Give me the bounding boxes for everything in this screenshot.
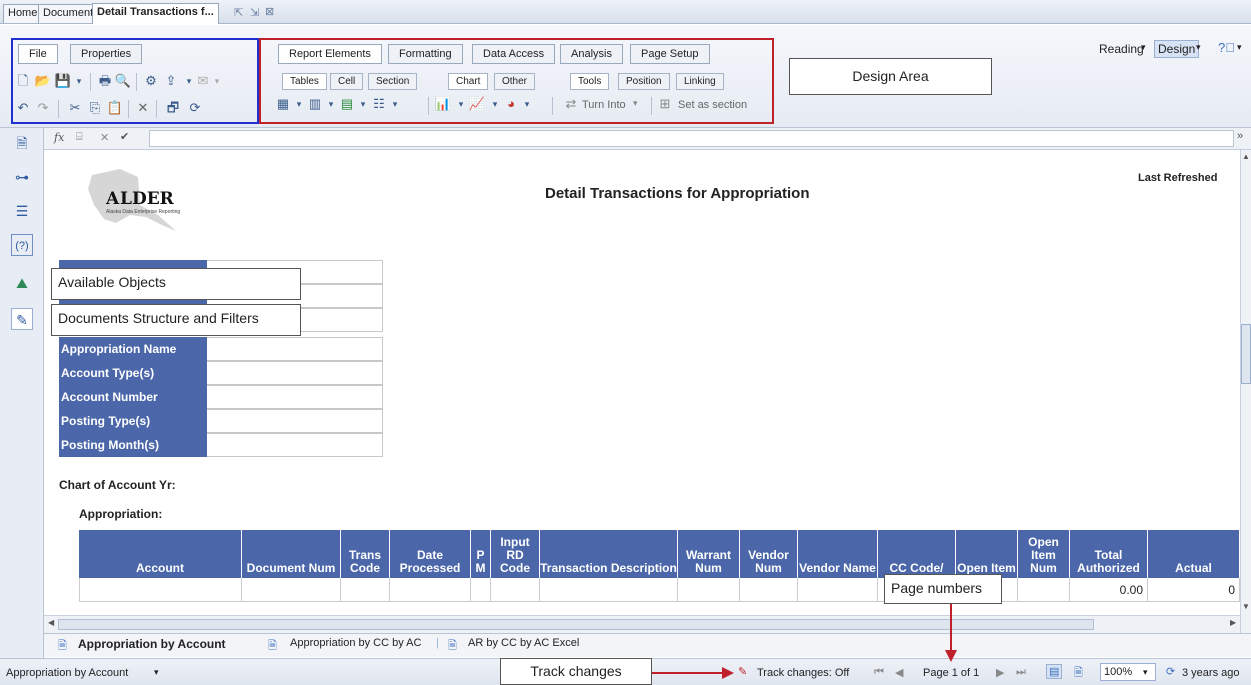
chart-of-account-label: Chart of Account Yr: [59, 478, 176, 492]
col-open-item-num: Open Item Num [1018, 530, 1070, 578]
horizontal-scrollbar[interactable]: ◀ ▶ [44, 615, 1240, 633]
reading-dropdown-icon[interactable]: ▾ [1141, 42, 1146, 53]
page-numbers-callout: Page numbers [884, 574, 1002, 604]
appropriation-label: Appropriation: [79, 507, 163, 521]
filter-posting-types: Posting Type(s) [59, 409, 207, 433]
col-date-processed: Date Processed [390, 530, 471, 578]
report-tab-appropriation-by-account[interactable]: Appropriation by Account [78, 637, 226, 651]
first-page-icon[interactable]: ⏮ [874, 666, 884, 679]
report-title: Detail Transactions for Appropriation [545, 185, 810, 202]
file-area-annotation [11, 38, 259, 124]
track-changes-callout: Track changes [500, 658, 652, 685]
available-objects-callout: Available Objects [51, 268, 301, 300]
col-actual: Actual [1148, 530, 1240, 578]
scroll-up-icon[interactable]: ▲ [1242, 152, 1250, 161]
scroll-right-icon[interactable]: ▶ [1230, 618, 1236, 627]
previous-page-icon[interactable]: ◀ [895, 666, 903, 679]
vertical-scrollbar[interactable]: ▲ ▼ [1240, 150, 1251, 633]
current-report-select[interactable]: Appropriation by Account [6, 667, 128, 679]
col-account: Account [79, 530, 242, 578]
design-area-annotation [259, 38, 774, 124]
help-dropdown-icon[interactable]: ▾ [1237, 42, 1242, 53]
filter-account-number: Account Number [59, 385, 207, 409]
filter-posting-months: Posting Month(s) [59, 433, 207, 457]
table-row [79, 578, 242, 602]
document-structure-callout: Documents Structure and Filters [51, 304, 301, 336]
refresh-status-icon: ⟳ [1166, 666, 1176, 678]
side-panel-rail: 🗎 ⊶ ☰ (?) ⛰ ✎ [0, 128, 44, 658]
zoom-dropdown-icon[interactable]: ▾ [1143, 667, 1148, 678]
formula-editor-icon[interactable]: ⌸ [76, 131, 83, 144]
cancel-formula-icon[interactable]: ✕ [100, 131, 109, 144]
document-tab-bar: Home Documents Detail Transactions f... … [0, 0, 1251, 24]
track-changes-icon[interactable]: ✎ [738, 665, 747, 678]
col-warrant-num: Warrant Num [678, 530, 740, 578]
last-refreshed-label: Last Refreshed [1138, 172, 1218, 184]
available-objects-icon[interactable]: ⛰ [11, 272, 33, 294]
h-scroll-thumb[interactable] [58, 619, 1094, 630]
help-icon[interactable]: ?⃝ [1218, 40, 1235, 55]
design-dropdown-icon[interactable]: ▾ [1196, 42, 1201, 53]
report-select-dropdown-icon[interactable]: ▾ [154, 667, 159, 678]
document-summary-icon[interactable]: 🗎 [11, 132, 33, 154]
maximize-icon[interactable]: ⇲ [250, 6, 259, 19]
input-controls-icon[interactable]: ☰ [11, 200, 33, 222]
col-cc-code: CC Code/ [878, 530, 956, 578]
design-mode[interactable]: Design [1154, 40, 1200, 58]
col-open-item: Open Item [956, 530, 1018, 578]
refreshed-time: 3 years ago [1182, 667, 1240, 679]
design-area-callout: Design Area [789, 58, 992, 95]
scroll-thumb[interactable] [1241, 324, 1251, 384]
scroll-down-icon[interactable]: ▼ [1242, 602, 1250, 611]
filter-account-types: Account Type(s) [59, 361, 207, 385]
formula-bar: fx ⌸ ✕ ✔ » [44, 128, 1251, 150]
validate-formula-icon[interactable]: ✔ [120, 130, 129, 143]
report-tab-ar-by-cc[interactable]: AR by CC by AC Excel [468, 637, 579, 649]
alder-logo: A LDER Alaska Data Enterprise Reporting [80, 165, 190, 240]
last-page-icon[interactable]: ⏭ [1016, 666, 1026, 679]
next-page-icon[interactable]: ▶ [996, 666, 1004, 679]
report-tab-appropriation-by-cc[interactable]: Appropriation by CC by AC [290, 637, 421, 649]
col-input-rd-code: Input RD Code [491, 530, 540, 578]
tab-home[interactable]: Home [3, 4, 43, 23]
function-icon[interactable]: fx [54, 131, 64, 144]
total-authorized-value: 0.00 [1070, 578, 1148, 602]
close-icon[interactable]: ⊠ [265, 5, 274, 18]
report-tab-icon: 🗎 [58, 640, 67, 652]
col-transaction-description: Transaction Description [540, 530, 678, 578]
pin-icon[interactable]: ⇱ [234, 6, 243, 19]
quick-display-icon[interactable]: ▤ [1046, 664, 1063, 679]
col-vendor-name: Vendor Name [798, 530, 878, 578]
track-changes-status[interactable]: Track changes: Off [757, 667, 849, 679]
document-structure-icon[interactable]: ✎ [11, 308, 33, 330]
report-tabs: 🗎 Appropriation by Account 🗎 Appropriati… [44, 633, 1251, 657]
formula-input[interactable] [149, 130, 1234, 147]
col-document-num: Document Num [242, 530, 341, 578]
logo-text: LDER [120, 189, 174, 209]
tab-detail-transactions[interactable]: Detail Transactions f... [92, 3, 219, 24]
page-indicator: Page 1 of 1 [923, 667, 980, 679]
actual-value: 0 [1148, 578, 1240, 602]
col-pm: P M [471, 530, 491, 578]
col-trans-code: Trans Code [341, 530, 390, 578]
reading-mode[interactable]: Reading [1099, 42, 1144, 56]
filter-appropriation-name: Appropriation Name [59, 337, 207, 361]
scroll-left-icon[interactable]: ◀ [48, 618, 54, 627]
col-vendor-num: Vendor Num [740, 530, 798, 578]
page-mode-icon[interactable]: 🗎 [1074, 664, 1083, 683]
expand-formula-icon[interactable]: » [1237, 130, 1243, 142]
col-total-authorized: Total Authorized [1070, 530, 1148, 578]
variables-icon[interactable]: (?) [11, 234, 33, 256]
report-map-icon[interactable]: ⊶ [11, 166, 33, 188]
